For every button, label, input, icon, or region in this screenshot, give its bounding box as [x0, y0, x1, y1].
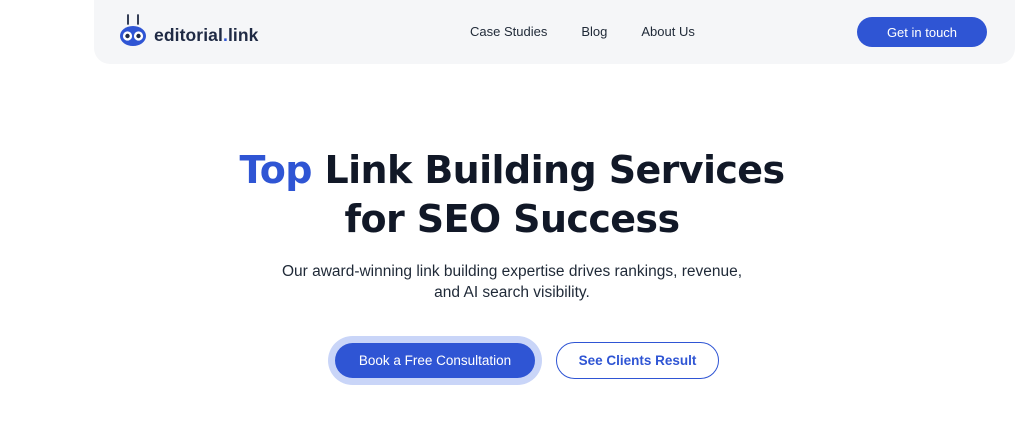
hero-subtitle: Our award-winning link building expertis…	[281, 263, 743, 301]
logo[interactable]: editorial.link	[118, 12, 259, 48]
logo-name: editorial	[154, 24, 223, 45]
site-header: editorial.link Case Studies Blog About U…	[94, 0, 1015, 64]
robot-face-icon	[120, 14, 146, 46]
primary-button-halo: Book a Free Consultation	[328, 336, 542, 385]
nav-item-blog[interactable]: Blog	[581, 24, 607, 40]
hero-title-rest: Link Building Services	[311, 148, 786, 192]
page: editorial.link Case Studies Blog About U…	[0, 0, 1024, 432]
hero-actions: Book a Free Consultation See Clients Res…	[0, 336, 1024, 388]
main-nav: Case Studies Blog About Us	[470, 24, 695, 40]
nav-item-case-studies[interactable]: Case Studies	[470, 24, 547, 40]
see-clients-result-button[interactable]: See Clients Result	[556, 342, 719, 379]
hero-title-line2: for SEO Success	[344, 197, 681, 241]
hero-title-accent: Top	[239, 148, 313, 192]
logo-suffix: link	[227, 24, 259, 45]
logo-text: editorial.link	[154, 25, 259, 46]
hero: Top Link Building Services for SEO Succe…	[0, 146, 1024, 303]
hero-title: Top Link Building Services for SEO Succe…	[0, 146, 1024, 244]
book-consultation-button[interactable]: Book a Free Consultation	[335, 343, 535, 378]
get-in-touch-button[interactable]: Get in touch	[857, 17, 987, 47]
nav-item-about-us[interactable]: About Us	[641, 24, 694, 40]
